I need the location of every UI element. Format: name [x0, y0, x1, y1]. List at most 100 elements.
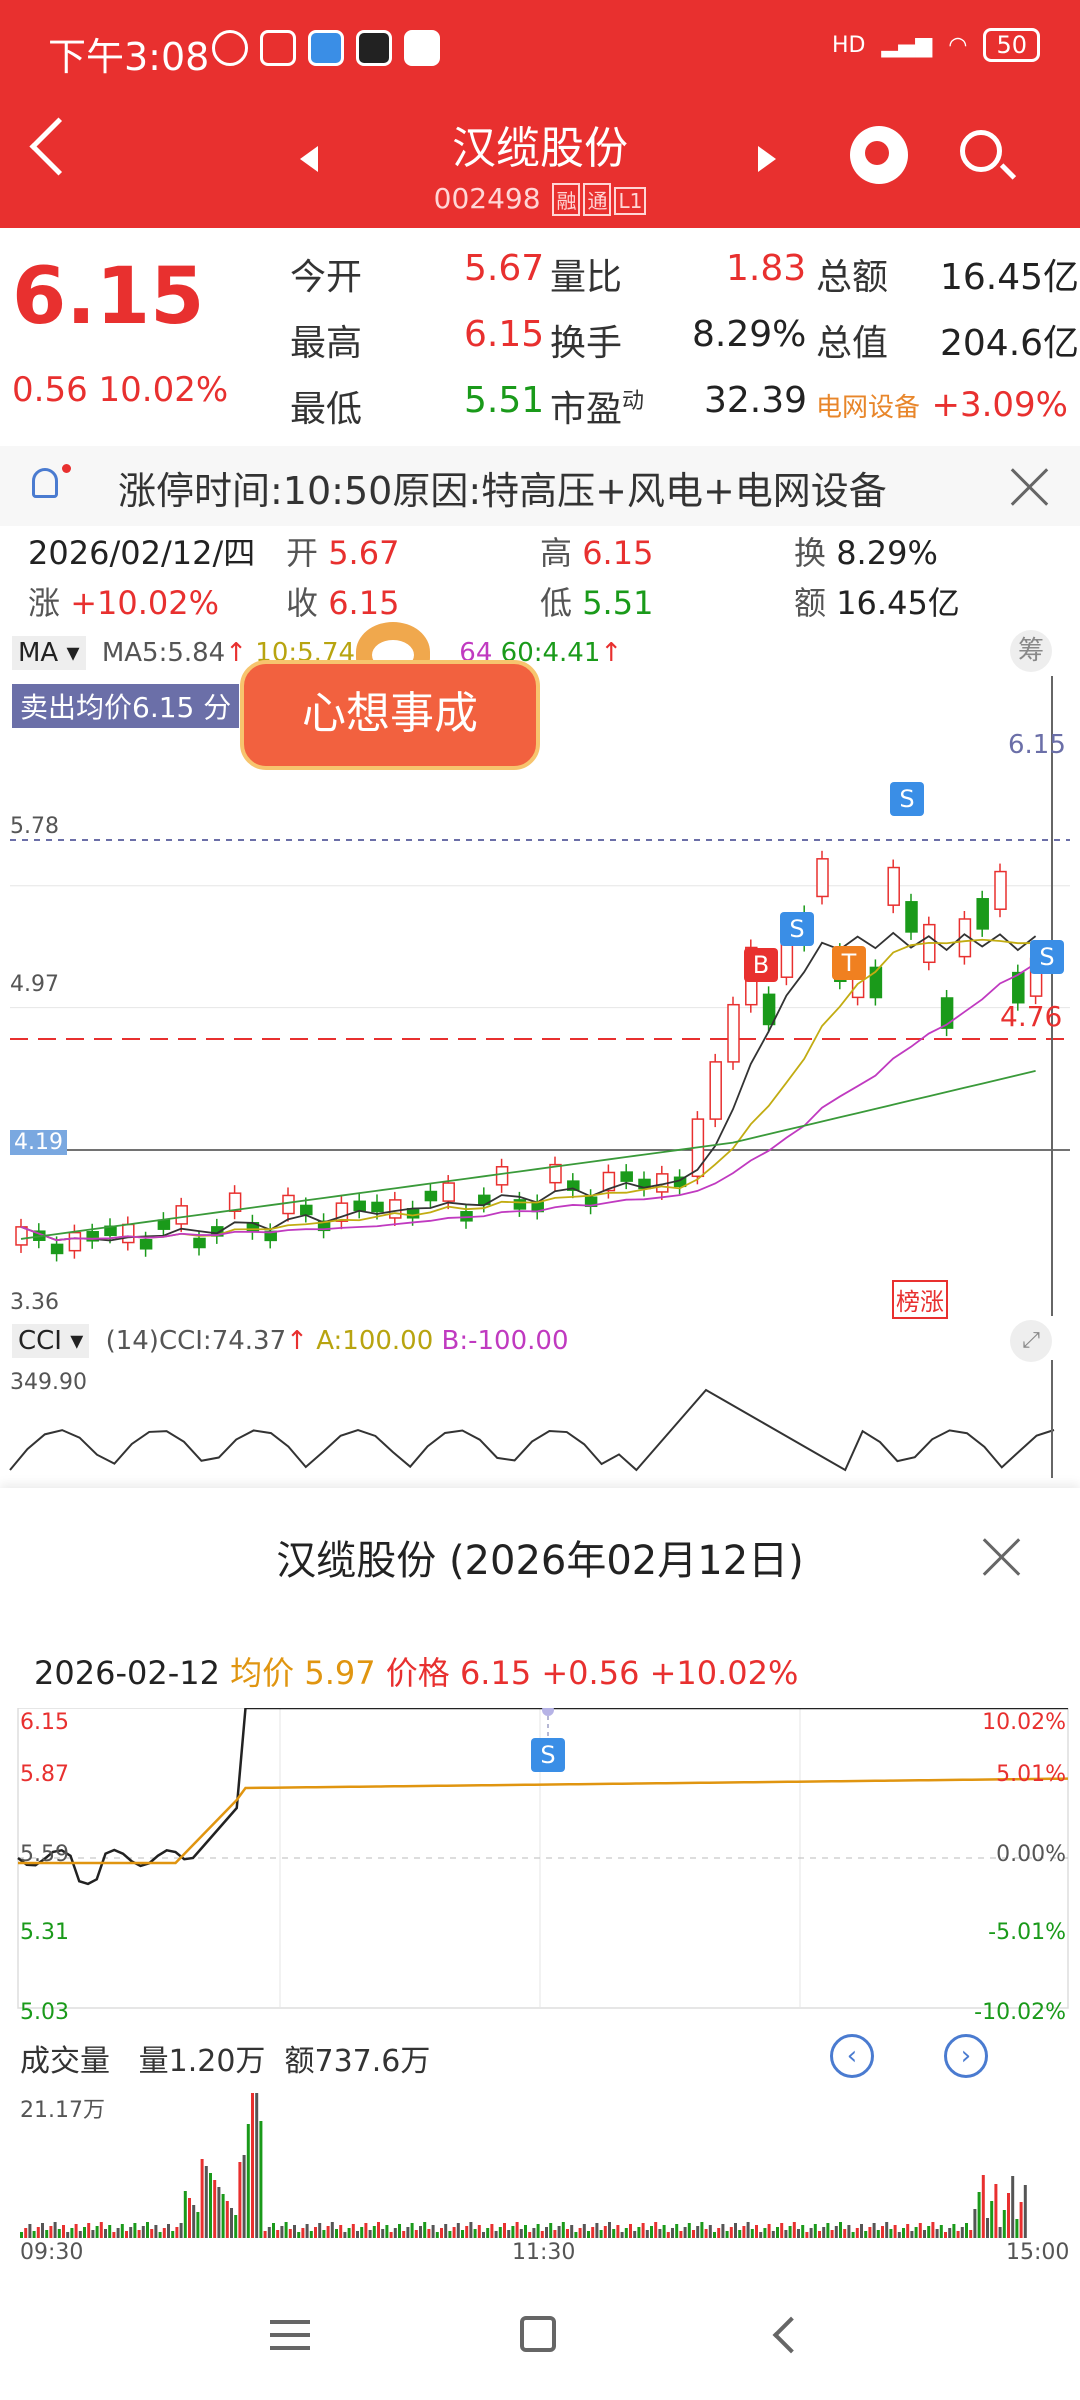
- pe-label: 市盈动: [550, 380, 644, 432]
- high-label: 最高: [290, 323, 363, 364]
- svg-text:B: B: [753, 951, 769, 979]
- volratio-value: 1.83: [726, 248, 807, 289]
- turnover-value: 8.29%: [692, 314, 807, 355]
- cci-selector[interactable]: CCI ▾: [12, 1324, 90, 1358]
- mcap-value: 204.6亿: [940, 323, 1080, 364]
- day-chg: 涨 +10.02%: [28, 578, 219, 624]
- day-turn-label: 换: [794, 534, 827, 572]
- recents-icon[interactable]: [270, 2320, 310, 2350]
- search-icon[interactable]: [960, 130, 1002, 172]
- close-notice-icon[interactable]: [1010, 466, 1050, 506]
- pe-value: 32.39: [704, 380, 808, 421]
- intraday-chart[interactable]: S: [0, 1708, 1080, 2028]
- margin-tag: 融: [552, 183, 581, 216]
- intraday-y-right-1: 5.01%: [996, 1762, 1066, 1787]
- mcap-label: 总值: [816, 323, 889, 364]
- lucky-sticker: 心想事成: [240, 660, 540, 770]
- pe-dynamic-mark: 动: [622, 389, 645, 414]
- intraday-sheet: 汉缆股份 (2026年02月12日) 2026-02-12 均价 5.97 价格…: [0, 1488, 1080, 2400]
- volume-header: 成交量 量1.20万 额737.6万: [20, 2036, 430, 2080]
- sheet-change-pct: +10.02%: [649, 1654, 799, 1692]
- app-notification-icon: [404, 30, 440, 66]
- low-value: 5.51: [464, 380, 545, 421]
- svg-text:S: S: [789, 915, 804, 943]
- axis-label-336: 3.36: [10, 1290, 59, 1315]
- cci-a: A:100.00: [316, 1326, 434, 1356]
- open-value: 5.67: [464, 248, 545, 289]
- stock-code: 002498: [433, 182, 541, 215]
- volratio-label: 量比: [550, 257, 623, 298]
- volume-chart: [20, 2093, 1027, 2238]
- cci-params: (14): [105, 1326, 159, 1356]
- next-day-button[interactable]: ›: [944, 2034, 988, 2078]
- day-close-value: 6.15: [328, 584, 400, 622]
- day-chg-value: +10.02%: [70, 584, 220, 622]
- x-label-noon: 11:30: [512, 2240, 576, 2265]
- alarm-icon: [212, 30, 248, 66]
- ma-selector[interactable]: MA ▾: [12, 636, 86, 670]
- sell-average-tag: 卖出均价6.15 分: [12, 684, 240, 728]
- status-right: HD ▂▄▆ ◠ 50: [832, 28, 1040, 62]
- intraday-y-right-4: -10.02%: [974, 2000, 1066, 2025]
- network-label: HD: [832, 32, 866, 58]
- change-percent: 10.02%: [98, 370, 229, 410]
- change-value: 0.56: [12, 370, 88, 410]
- assistant-icon[interactable]: [850, 126, 908, 184]
- price-change: 0.56 10.02%: [12, 370, 228, 410]
- app-notification-icon: [308, 30, 344, 66]
- next-stock-button[interactable]: [758, 146, 776, 172]
- day-close: 收 6.15: [286, 578, 399, 624]
- crosshair-price-label: 4.19: [10, 1130, 67, 1155]
- day-low-label: 低: [540, 584, 573, 622]
- status-notification-icons: [212, 30, 440, 66]
- svg-text:S: S: [1039, 943, 1054, 971]
- day-low-value: 5.51: [582, 584, 654, 622]
- prev-day-button[interactable]: ‹: [830, 2034, 874, 2078]
- sheet-avg-label: 均价: [230, 1654, 295, 1692]
- sheet-price-label: 价格: [385, 1654, 450, 1692]
- kline-chart[interactable]: BSTSS: [0, 676, 1080, 1316]
- x-label-close: 15:00: [1006, 2240, 1070, 2265]
- app-notification-icon: [356, 30, 392, 66]
- close-sheet-icon[interactable]: [982, 1536, 1022, 1576]
- axis-label-497: 4.97: [10, 972, 59, 997]
- intraday-y-left-4: 5.03: [20, 2000, 69, 2025]
- prev-stock-button[interactable]: [300, 146, 318, 172]
- intraday-y-right-3: -5.01%: [988, 1920, 1066, 1945]
- expand-icon[interactable]: ⤢: [1010, 1320, 1052, 1362]
- day-chg-label: 涨: [28, 584, 61, 622]
- support-line-label: 4.76: [1000, 1000, 1063, 1033]
- home-icon[interactable]: [520, 2316, 556, 2352]
- level1-tag: L1: [614, 187, 647, 215]
- volume-value: 1.20万: [168, 2044, 266, 2079]
- day-date: 2026/02/12/四: [28, 534, 256, 572]
- price-line-label: 6.15: [1008, 730, 1066, 760]
- day-high: 高 6.15: [540, 528, 653, 574]
- notification-dot: [62, 464, 71, 473]
- axis-label-578: 5.78: [10, 814, 59, 839]
- ranking-tag[interactable]: 榜涨: [892, 1280, 948, 1319]
- amount-value: 16.45亿: [940, 257, 1080, 298]
- battery-icon: 50: [983, 28, 1040, 62]
- cci-b: B:-100.00: [441, 1326, 569, 1356]
- sheet-price-value: 6.15: [459, 1654, 532, 1692]
- amount-label: 额: [284, 2044, 315, 2079]
- cci-chart: [9, 1360, 1055, 1478]
- system-nav-bar: [0, 2290, 1080, 2400]
- chip-distribution-button[interactable]: 筹: [1010, 630, 1052, 672]
- back-button[interactable]: [29, 117, 88, 176]
- amount-label: 总额: [816, 257, 889, 298]
- svg-text:S: S: [540, 1741, 555, 1769]
- top-bar: 下午3:08 HD ▂▄▆ ◠ 50 汉缆股份 002498 融通 L1: [0, 0, 1080, 228]
- day-amt-label: 额: [794, 584, 827, 622]
- day-high-value: 6.15: [582, 534, 654, 572]
- amount-value: 737.6万: [314, 2044, 431, 2079]
- sector-row[interactable]: 电网设备 +3.09%: [816, 384, 1068, 425]
- sheet-title: 汉缆股份 (2026年02月12日): [276, 1538, 804, 1584]
- x-label-open: 09:30: [20, 2240, 84, 2265]
- intraday-y-left-0: 6.15: [20, 1710, 69, 1735]
- limit-up-notice[interactable]: 涨停时间:10:50原因:特高压+风电+电网设备: [0, 446, 1080, 526]
- back-nav-icon[interactable]: [772, 2316, 810, 2354]
- low-label: 最低: [290, 389, 363, 430]
- nfc-icon: [260, 30, 296, 66]
